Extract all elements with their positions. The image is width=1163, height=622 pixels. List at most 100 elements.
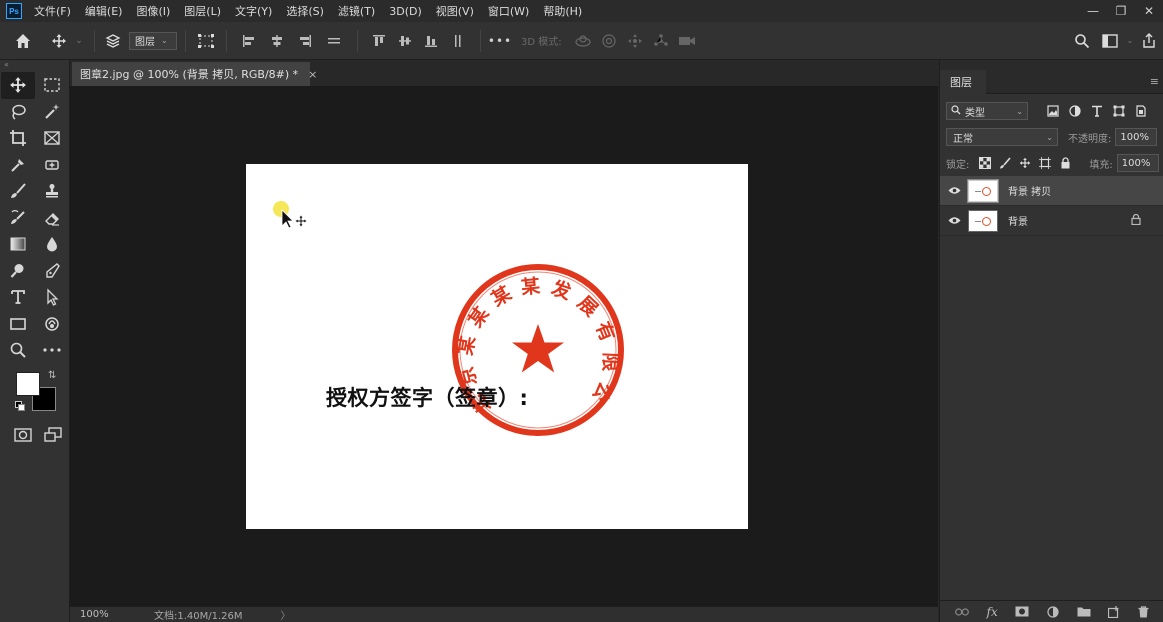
link-layers-icon[interactable]: [954, 607, 969, 616]
layer-name[interactable]: 背景 拷贝: [1008, 183, 1051, 198]
opacity-input[interactable]: 100%: [1115, 128, 1158, 146]
fx-icon[interactable]: fx: [987, 605, 998, 619]
home-icon[interactable]: [0, 22, 46, 60]
close-icon[interactable]: ✕: [1135, 0, 1163, 22]
align-bottom-icon[interactable]: [418, 22, 444, 60]
menu-view[interactable]: 视图(V): [436, 3, 474, 19]
menu-layer[interactable]: 图层(L): [184, 3, 221, 19]
move-tool-icon[interactable]: [46, 22, 72, 60]
menu-3d[interactable]: 3D(D): [389, 5, 422, 18]
mode-controls: [0, 424, 69, 446]
chevron-down-icon[interactable]: ⌄: [1125, 22, 1135, 60]
pen-icon[interactable]: [35, 258, 69, 285]
hand-tool-icon[interactable]: [35, 311, 69, 338]
menu-filter[interactable]: 滤镜(T): [338, 3, 375, 19]
smart-object-filter-icon[interactable]: [1130, 105, 1152, 117]
menu-file[interactable]: 文件(F): [34, 3, 71, 19]
layer-row[interactable]: 背景 拷贝: [940, 176, 1163, 206]
lasso-icon[interactable]: [1, 99, 35, 126]
magic-wand-icon[interactable]: [35, 99, 69, 126]
gradient-icon[interactable]: [1, 231, 35, 258]
pixel-filter-icon[interactable]: [1042, 105, 1064, 117]
align-left-icon[interactable]: [235, 22, 263, 60]
lock-pixels-icon[interactable]: [995, 157, 1015, 169]
search-icon[interactable]: [1069, 22, 1095, 60]
dodge-icon[interactable]: [1, 258, 35, 285]
close-icon[interactable]: ×: [308, 68, 317, 81]
canvas-area[interactable]: 北京某某某某发展有限公司 授权方签字（签章）:: [70, 86, 938, 606]
lock-transparent-icon[interactable]: [975, 157, 995, 169]
layer-select-dropdown[interactable]: 图层 ⌄: [129, 31, 177, 50]
menu-image[interactable]: 图像(I): [136, 3, 170, 19]
menu-window[interactable]: 窗口(W): [488, 3, 529, 19]
share-icon[interactable]: [1137, 22, 1161, 60]
spot-healing-icon[interactable]: [35, 152, 69, 179]
path-selection-icon[interactable]: [35, 284, 69, 311]
align-middle-icon[interactable]: [392, 22, 418, 60]
layer-name[interactable]: 背景: [1008, 213, 1028, 228]
transform-controls-icon[interactable]: [194, 22, 218, 60]
layer-row[interactable]: 背景: [940, 206, 1163, 236]
distribute-horizontal-icon[interactable]: [319, 22, 349, 60]
minimize-icon[interactable]: —: [1079, 0, 1107, 22]
visibility-eye-icon[interactable]: [940, 216, 968, 225]
menu-help[interactable]: 帮助(H): [543, 3, 582, 19]
new-layer-icon[interactable]: [1108, 605, 1120, 618]
panel-collapse-icon[interactable]: «: [0, 60, 69, 72]
shape-filter-icon[interactable]: [1108, 105, 1130, 117]
blur-icon[interactable]: [35, 231, 69, 258]
more-options-icon[interactable]: •••: [488, 22, 511, 60]
menu-bar: Ps 文件(F) 编辑(E) 图像(I) 图层(L) 文字(Y) 选择(S) 滤…: [0, 0, 1163, 22]
align-center-icon[interactable]: [263, 22, 291, 60]
add-mask-icon[interactable]: [1015, 606, 1029, 617]
restore-icon[interactable]: ❐: [1107, 0, 1135, 22]
rectangular-marquee-icon[interactable]: [35, 72, 69, 99]
panel-menu-icon[interactable]: ≡: [1150, 75, 1159, 88]
brush-icon[interactable]: [1, 178, 35, 205]
zoom-level[interactable]: 100%: [70, 609, 116, 620]
chevron-down-icon[interactable]: ⌄: [72, 22, 86, 60]
align-top-icon[interactable]: [366, 22, 392, 60]
foreground-color-swatch[interactable]: [16, 371, 40, 396]
workspace-icon[interactable]: [1097, 22, 1123, 60]
type-filter-icon[interactable]: [1086, 105, 1108, 117]
delete-layer-icon[interactable]: [1138, 605, 1149, 618]
move-tool-icon[interactable]: [1, 72, 35, 99]
new-group-icon[interactable]: [1077, 606, 1091, 617]
blend-mode-dropdown[interactable]: 正常 ⌄: [946, 128, 1058, 146]
fill-input[interactable]: 100%: [1116, 154, 1159, 172]
visibility-eye-icon[interactable]: [940, 186, 968, 195]
swap-colors-icon[interactable]: ⇅: [48, 370, 56, 381]
align-right-icon[interactable]: [291, 22, 319, 60]
lock-all-icon[interactable]: [1055, 157, 1075, 169]
status-menu-icon[interactable]: 〉: [281, 607, 291, 622]
menu-type[interactable]: 文字(Y): [235, 3, 272, 19]
crop-icon[interactable]: [1, 125, 35, 152]
menu-edit[interactable]: 编辑(E): [85, 3, 123, 19]
menu-select[interactable]: 选择(S): [286, 3, 324, 19]
eraser-icon[interactable]: [35, 205, 69, 232]
screen-mode-icon[interactable]: [38, 424, 68, 446]
history-brush-icon[interactable]: [1, 205, 35, 232]
distribute-vertical-icon[interactable]: [444, 22, 472, 60]
lock-artboard-icon[interactable]: [1035, 157, 1055, 169]
document-canvas[interactable]: 北京某某某某发展有限公司 授权方签字（签章）:: [246, 164, 748, 529]
quick-mask-icon[interactable]: [8, 424, 38, 446]
lock-icon[interactable]: [1131, 213, 1141, 228]
blend-mode-row: 正常 ⌄ 不透明度: 100%: [940, 124, 1163, 150]
clone-stamp-icon[interactable]: [35, 178, 69, 205]
tab-layers[interactable]: 图层: [940, 70, 986, 94]
eyedropper-icon[interactable]: [1, 152, 35, 179]
edit-toolbar-icon[interactable]: [35, 337, 69, 364]
adjustment-layer-icon[interactable]: [1047, 605, 1059, 618]
rectangle-tool-icon[interactable]: [1, 311, 35, 338]
document-tab[interactable]: 图章2.jpg @ 100% (背景 拷贝, RGB/8#) * ×: [72, 62, 317, 86]
type-tool-icon[interactable]: [1, 284, 35, 311]
zoom-tool-icon[interactable]: [1, 337, 35, 364]
auto-select-icon[interactable]: [103, 22, 123, 60]
lock-position-icon[interactable]: [1015, 157, 1035, 169]
frame-icon[interactable]: [35, 125, 69, 152]
default-colors-icon[interactable]: [15, 400, 25, 411]
adjustment-filter-icon[interactable]: [1064, 105, 1086, 117]
kind-filter-dropdown[interactable]: 类型 ⌄: [946, 102, 1028, 120]
